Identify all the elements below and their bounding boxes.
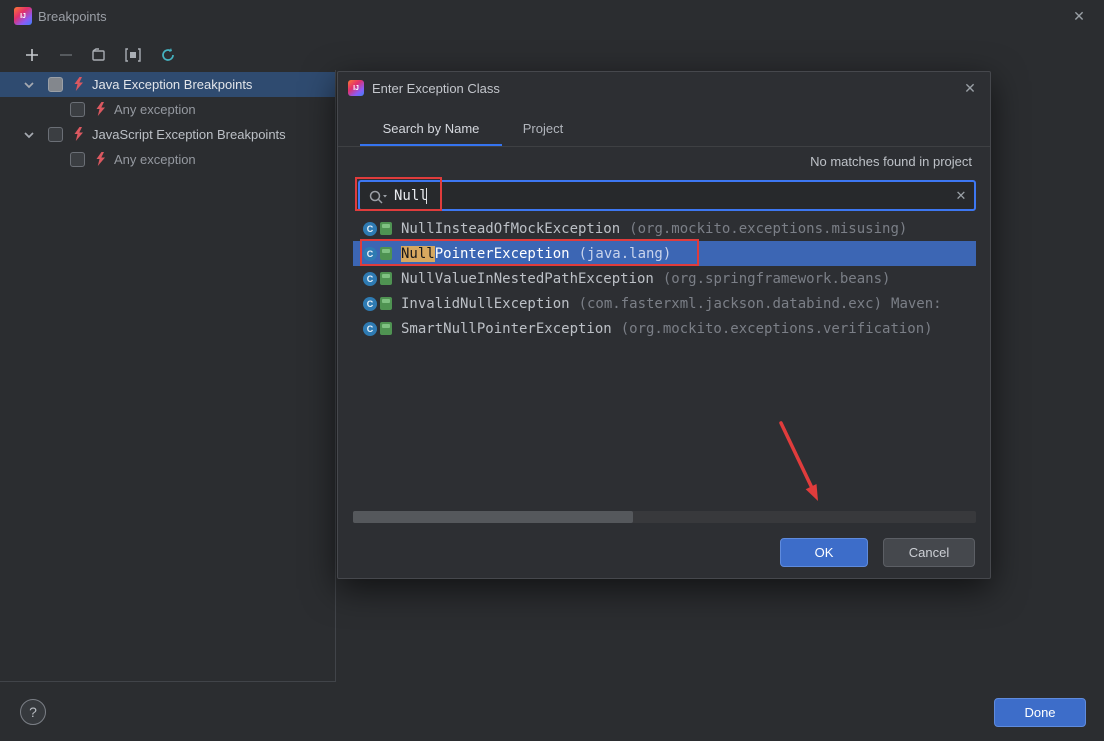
result-package: (org.mockito.exceptions.misusing)	[629, 220, 908, 237]
checkbox[interactable]	[48, 77, 63, 92]
tree-item-label: Any exception	[114, 102, 196, 117]
dialog-titlebar: IJ Enter Exception Class ✕	[338, 72, 990, 104]
class-icon: C	[363, 271, 377, 286]
tree-item-label: Java Exception Breakpoints	[92, 77, 253, 92]
result-class-name: PointerException	[434, 245, 570, 262]
remove-breakpoint-button[interactable]	[54, 44, 78, 68]
library-icon	[380, 297, 392, 310]
result-match-highlight: Null	[401, 245, 435, 262]
done-button[interactable]: Done	[994, 698, 1086, 727]
result-package: (java.lang)	[578, 245, 672, 262]
status-text: No matches found in project	[810, 154, 972, 169]
library-icon	[380, 247, 392, 260]
library-icon	[380, 272, 392, 285]
result-class-name: InvalidNullException	[401, 295, 570, 312]
intellij-logo-icon: IJ	[348, 80, 364, 96]
horizontal-scrollbar	[353, 511, 976, 523]
tree-item-label: JavaScript Exception Breakpoints	[92, 127, 286, 142]
exception-breakpoint-icon	[71, 77, 85, 92]
result-package: (com.fasterxml.jackson.databind.exc)	[578, 295, 883, 312]
class-icon: C	[363, 246, 377, 261]
result-class-name: NullValueInNestedPathException	[401, 270, 654, 287]
result-class-name: SmartNullPointerException	[401, 320, 612, 337]
tree-panel-border	[335, 70, 336, 681]
group-by-file-button[interactable]	[87, 44, 111, 68]
chevron-down-icon[interactable]	[22, 78, 36, 92]
checkbox[interactable]	[70, 102, 85, 117]
result-row-selected[interactable]: C Null PointerException (java.lang)	[353, 241, 976, 266]
checkbox[interactable]	[70, 152, 85, 167]
group-by-file-icon	[91, 47, 107, 66]
result-row[interactable]: C InvalidNullException (com.fasterxml.ja…	[353, 291, 976, 316]
ok-button[interactable]: OK	[780, 538, 868, 567]
tree-panel-border	[0, 681, 336, 682]
result-origin: Maven:	[891, 295, 942, 312]
dialog-title: Enter Exception Class	[372, 81, 500, 96]
tree-item-label: Any exception	[114, 152, 196, 167]
window-title: Breakpoints	[38, 9, 107, 24]
add-breakpoint-button[interactable]	[20, 44, 44, 68]
search-field: ✕	[358, 180, 976, 211]
library-icon	[380, 322, 392, 335]
exception-breakpoint-icon	[93, 102, 107, 117]
intellij-logo-icon: IJ	[14, 7, 32, 25]
group-by-class-icon	[125, 47, 141, 66]
window-titlebar: IJ Breakpoints ✕	[0, 0, 1104, 32]
breakpoints-window: IJ Breakpoints ✕ Java Exception Breakpoi…	[0, 0, 1104, 741]
minus-icon	[59, 48, 73, 65]
chevron-down-icon[interactable]	[22, 128, 36, 142]
result-package: (org.springframework.beans)	[662, 270, 891, 287]
class-icon: C	[363, 321, 377, 336]
help-button[interactable]: ?	[20, 699, 46, 725]
dialog-close-button[interactable]: ✕	[958, 77, 982, 99]
window-close-button[interactable]: ✕	[1066, 5, 1092, 27]
result-row[interactable]: C NullValueInNestedPathException (org.sp…	[353, 266, 976, 291]
result-row[interactable]: C SmartNullPointerException (org.mockito…	[353, 316, 976, 341]
scrollbar-thumb[interactable]	[353, 511, 633, 523]
results-list: C NullInsteadOfMockException (org.mockit…	[353, 216, 976, 341]
tree-item-any-exception-java[interactable]: Any exception	[0, 97, 336, 122]
tree-item-java-exception-breakpoints[interactable]: Java Exception Breakpoints	[0, 72, 336, 97]
library-icon	[380, 222, 392, 235]
clear-search-icon[interactable]: ✕	[950, 185, 972, 207]
search-input[interactable]	[360, 182, 974, 209]
tree-item-javascript-exception-breakpoints[interactable]: JavaScript Exception Breakpoints	[0, 122, 336, 147]
cancel-button[interactable]: Cancel	[883, 538, 975, 567]
checkbox[interactable]	[48, 127, 63, 142]
class-icon: C	[363, 296, 377, 311]
tree-item-any-exception-javascript[interactable]: Any exception	[0, 147, 336, 172]
class-icon: C	[363, 221, 377, 236]
text-caret	[426, 188, 427, 204]
group-by-package-icon	[160, 47, 176, 66]
result-row[interactable]: C NullInsteadOfMockException (org.mockit…	[353, 216, 976, 241]
enter-exception-class-dialog: IJ Enter Exception Class ✕ Search by Nam…	[337, 71, 991, 579]
exception-breakpoint-icon	[71, 127, 85, 142]
tab-project[interactable]: Project	[508, 114, 578, 147]
result-package: (org.mockito.exceptions.verification)	[620, 320, 933, 337]
exception-breakpoint-icon	[93, 152, 107, 167]
tab-search-by-name[interactable]: Search by Name	[360, 114, 502, 147]
tabs-divider	[338, 146, 990, 147]
result-class-name: NullInsteadOfMockException	[401, 220, 621, 237]
group-by-class-button[interactable]	[121, 44, 145, 68]
group-by-package-button[interactable]	[156, 44, 180, 68]
plus-icon	[25, 48, 39, 65]
